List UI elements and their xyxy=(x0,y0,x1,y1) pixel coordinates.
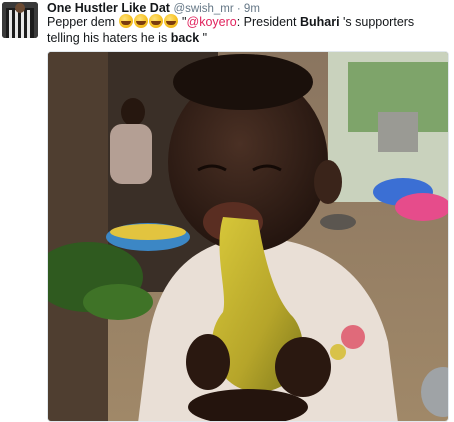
mention-link[interactable]: @koyero xyxy=(187,15,237,29)
face-with-tears-of-joy-icon xyxy=(163,14,178,28)
author-name[interactable]: One Hustler Like Dat xyxy=(47,1,170,15)
bold-word-1: Buhari xyxy=(299,15,340,29)
text-mid: : President xyxy=(236,15,300,29)
author-avatar[interactable] xyxy=(2,2,38,38)
tweet-card: One Hustler Like Dat @swish_mr · 9m Pepp… xyxy=(0,0,454,422)
bold-word-2: back xyxy=(170,31,200,45)
tweet-photo[interactable] xyxy=(47,51,449,422)
face-with-tears-of-joy-icon xyxy=(148,14,163,28)
quote-close: " xyxy=(199,31,208,45)
child-eating-mango-photo xyxy=(48,52,448,421)
quote-open: " xyxy=(178,15,187,29)
face-with-tears-of-joy-icon xyxy=(133,14,148,28)
tweet-text: Pepper dem "@koyero: President Buhari 's… xyxy=(47,14,449,46)
text-prefix: Pepper dem xyxy=(47,15,119,29)
face-with-tears-of-joy-icon xyxy=(118,14,133,28)
